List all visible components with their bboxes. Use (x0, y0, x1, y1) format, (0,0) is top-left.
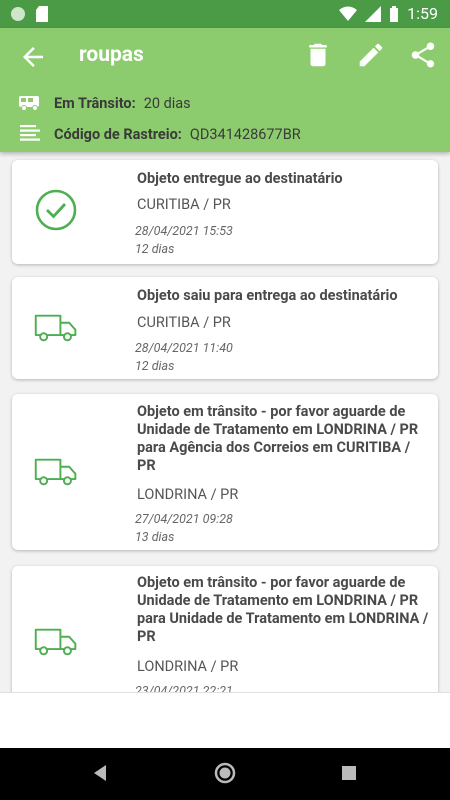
transit-row: Em Trânsito: 20 dias (18, 94, 191, 112)
transit-label: Em Trânsito: (54, 94, 136, 112)
back-arrow-icon[interactable] (18, 42, 48, 72)
tracking-row: Código de Rastreio: QD341428677BR (18, 124, 301, 144)
check-circle-icon (35, 189, 77, 231)
bus-icon (19, 96, 39, 111)
event-datetime: 28/04/2021 11:40 (135, 341, 233, 356)
event-location: LONDRINA / PR (137, 486, 239, 503)
event-datetime: 27/04/2021 09:28 (135, 512, 233, 527)
event-description: Objeto em trânsito - por favor aguarde d… (137, 574, 429, 645)
clock: 1:59 (407, 4, 438, 23)
sd-card-icon (36, 6, 48, 22)
event-description: Objeto saiu para entrega ao destinatário (137, 287, 398, 304)
system-nav-bar (0, 748, 450, 800)
status-bar-system: 1:59 (339, 4, 438, 23)
tracking-event-card[interactable]: Objeto em trânsito - por favor aguarde d… (12, 394, 438, 550)
nav-home-icon[interactable] (214, 762, 236, 784)
tracking-code: QD341428677BR (189, 125, 301, 143)
wifi-icon (339, 6, 358, 21)
page-title: roupas (79, 43, 144, 67)
event-datetime: 28/04/2021 15:53 (135, 224, 233, 239)
status-bar-notifications (10, 6, 48, 22)
delete-icon[interactable] (303, 40, 333, 70)
event-description: Objeto entregue ao destinatário (137, 170, 343, 187)
truck-icon (34, 628, 77, 656)
list-icon (20, 125, 40, 141)
truck-icon (34, 314, 77, 342)
event-days: 12 dias (135, 359, 175, 374)
signal-icon (365, 5, 382, 22)
tracking-event-card[interactable]: Objeto saiu para entrega ao destinatário… (12, 277, 438, 379)
app-bar: roupas Em Trânsito: 20 dias Código de Ra… (0, 28, 450, 152)
nav-back-icon[interactable] (92, 764, 108, 782)
tracking-label: Código de Rastreio: (54, 125, 182, 143)
event-days: 12 dias (135, 242, 175, 257)
edit-icon[interactable] (356, 40, 386, 70)
nav-recents-icon[interactable] (341, 765, 357, 781)
status-bar: 1:59 (0, 0, 450, 28)
share-icon[interactable] (408, 40, 438, 70)
truck-icon (34, 458, 77, 486)
event-location: CURITIBA / PR (137, 314, 231, 331)
event-location: CURITIBA / PR (137, 196, 231, 213)
transit-value: 20 dias (143, 94, 191, 112)
notification-dot-icon (11, 7, 25, 21)
battery-icon (390, 5, 399, 22)
event-location: LONDRINA / PR (137, 658, 239, 675)
tracking-event-card[interactable]: Objeto entregue ao destinatário CURITIBA… (12, 160, 438, 264)
event-description: Objeto em trânsito - por favor aguarde d… (137, 403, 419, 474)
event-days: 13 dias (135, 530, 175, 545)
bottom-panel (0, 692, 450, 749)
